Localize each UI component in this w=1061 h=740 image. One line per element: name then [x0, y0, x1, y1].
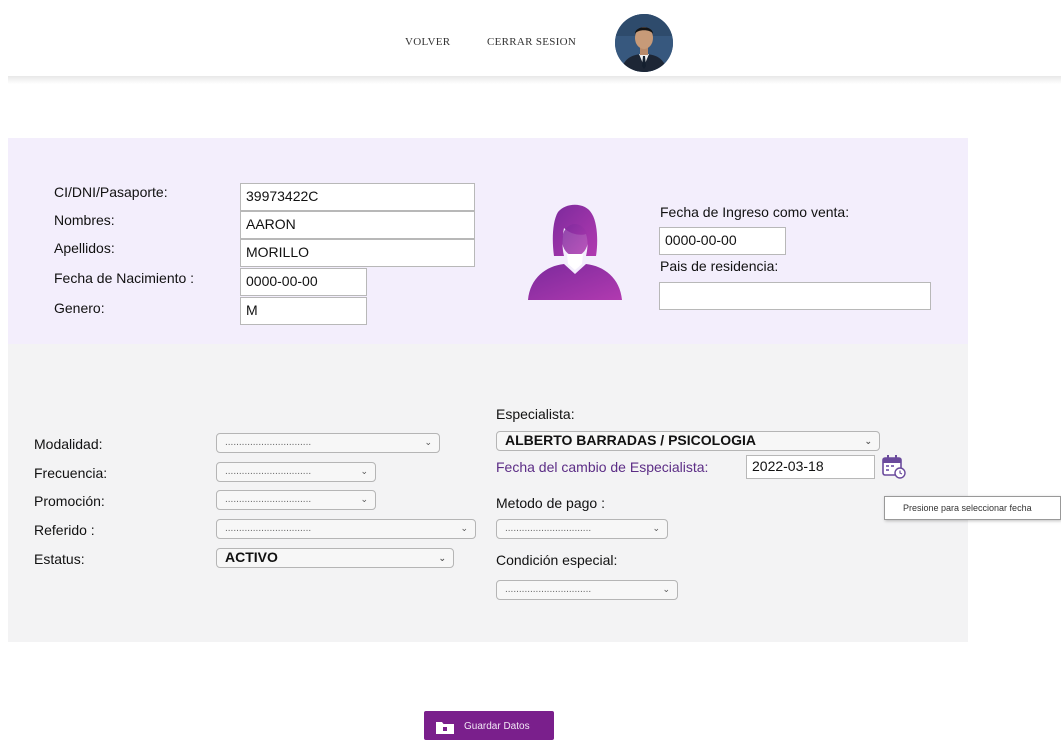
id-label: CI/DNI/Pasaporte:: [54, 184, 168, 200]
payment-select[interactable]: ............................... ⌄: [496, 519, 668, 539]
birthdate-label: Fecha de Nacimiento :: [54, 270, 195, 286]
special-condition-value: ...............................: [505, 584, 592, 595]
folder-icon: [436, 722, 454, 734]
chevron-down-icon: ⌄: [864, 436, 872, 446]
back-link[interactable]: VOLVER: [405, 36, 450, 48]
female-user-icon: [524, 204, 624, 304]
save-button[interactable]: Guardar Datos: [424, 711, 554, 740]
calendar-tooltip: Presione para seleccionar fecha: [884, 496, 1061, 520]
personal-data-panel: [8, 138, 968, 344]
gender-label: Genero:: [54, 300, 105, 316]
specialist-select[interactable]: ALBERTO BARRADAS / PSICOLOGIA ⌄: [496, 431, 880, 451]
payment-label: Metodo de pago :: [496, 495, 605, 511]
save-button-label: Guardar Datos: [464, 721, 530, 732]
navbar-shadow: [8, 76, 1061, 84]
chevron-down-icon: ⌄: [652, 523, 660, 533]
promotion-value: ...............................: [225, 494, 312, 505]
special-condition-label: Condición especial:: [496, 552, 618, 568]
modality-select[interactable]: ............................... ⌄: [216, 433, 440, 453]
names-label: Nombres:: [54, 212, 115, 228]
promotion-select[interactable]: ............................... ⌄: [216, 490, 376, 510]
referred-select[interactable]: ............................... ⌄: [216, 519, 476, 539]
id-field[interactable]: 39973422C: [240, 183, 475, 211]
specialist-change-date-field[interactable]: 2022-03-18: [746, 455, 875, 479]
status-value: ACTIVO: [225, 549, 278, 565]
status-select[interactable]: ACTIVO ⌄: [216, 548, 454, 568]
specialist-change-label: Fecha del cambio de Especialista:: [496, 459, 709, 475]
chevron-down-icon: ⌄: [460, 523, 468, 533]
status-label: Estatus:: [34, 551, 85, 567]
promotion-label: Promoción:: [34, 493, 105, 509]
names-field[interactable]: AARON: [240, 211, 475, 239]
birthdate-field[interactable]: 0000-00-00: [240, 268, 367, 296]
gender-field[interactable]: M: [240, 297, 367, 325]
referred-value: ...............................: [225, 523, 312, 534]
entry-date-field[interactable]: 0000-00-00: [659, 227, 786, 255]
frequency-select[interactable]: ............................... ⌄: [216, 462, 376, 482]
specialist-value: ALBERTO BARRADAS / PSICOLOGIA: [505, 432, 756, 448]
specialist-label: Especialista:: [496, 406, 575, 422]
frequency-value: ...............................: [225, 466, 312, 477]
chevron-down-icon: ⌄: [438, 553, 446, 563]
modality-label: Modalidad:: [34, 436, 103, 452]
modality-value: ...............................: [225, 437, 312, 448]
service-data-panel: [8, 344, 968, 642]
referred-label: Referido :: [34, 522, 95, 538]
special-condition-select[interactable]: ............................... ⌄: [496, 580, 678, 600]
calendar-icon[interactable]: [881, 454, 907, 480]
country-field[interactable]: [659, 282, 931, 310]
payment-value: ...............................: [505, 523, 592, 534]
logout-link[interactable]: CERRAR SESION: [487, 36, 576, 48]
chevron-down-icon: ⌄: [662, 584, 670, 594]
country-label: Pais de residencia:: [660, 258, 779, 274]
entry-date-label: Fecha de Ingreso como venta:: [660, 204, 850, 220]
chevron-down-icon: ⌄: [360, 494, 368, 504]
surnames-label: Apellidos:: [54, 240, 115, 256]
surnames-field[interactable]: MORILLO: [240, 239, 475, 267]
avatar[interactable]: [615, 14, 673, 72]
frequency-label: Frecuencia:: [34, 465, 108, 481]
chevron-down-icon: ⌄: [360, 466, 368, 476]
chevron-down-icon: ⌄: [424, 437, 432, 447]
